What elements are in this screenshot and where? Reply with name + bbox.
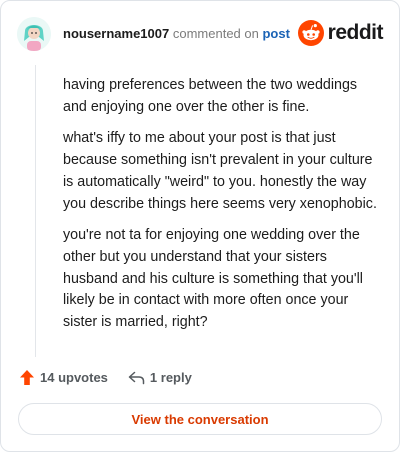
comment-paragraph: having preferences between the two weddi… — [63, 77, 358, 115]
comment-paragraph: what's iffy to me about your post is tha… — [63, 130, 377, 212]
view-conversation-button[interactable]: View the conversation — [18, 403, 382, 435]
avatar-icon — [17, 17, 51, 51]
reddit-brand[interactable]: reddit — [297, 20, 384, 46]
comment-card: nousername1007 commented on post reddit … — [0, 0, 400, 452]
avatar[interactable] — [17, 17, 51, 51]
username[interactable]: nousername1007 — [63, 26, 169, 41]
reply-button[interactable]: 1 reply — [128, 370, 192, 385]
comment-paragraph: you're not ta for enjoying one wedding o… — [63, 227, 363, 331]
upvote-button[interactable]: 14 upvotes — [19, 369, 108, 386]
thread-line — [35, 65, 36, 357]
post-link[interactable]: post — [262, 26, 289, 41]
reply-icon — [128, 371, 145, 385]
comment-header: nousername1007 commented on post — [63, 26, 290, 42]
comment-actions: 14 upvotes 1 reply — [19, 369, 192, 386]
reddit-logo-icon — [297, 20, 324, 46]
comment-body: having preferences between the two weddi… — [63, 75, 383, 344]
brand-name: reddit — [327, 21, 384, 44]
reply-count: 1 reply — [149, 370, 192, 385]
upvote-count: 14 upvotes — [40, 370, 108, 385]
action-text: commented on — [172, 26, 259, 41]
upvote-arrow-icon — [20, 370, 34, 385]
